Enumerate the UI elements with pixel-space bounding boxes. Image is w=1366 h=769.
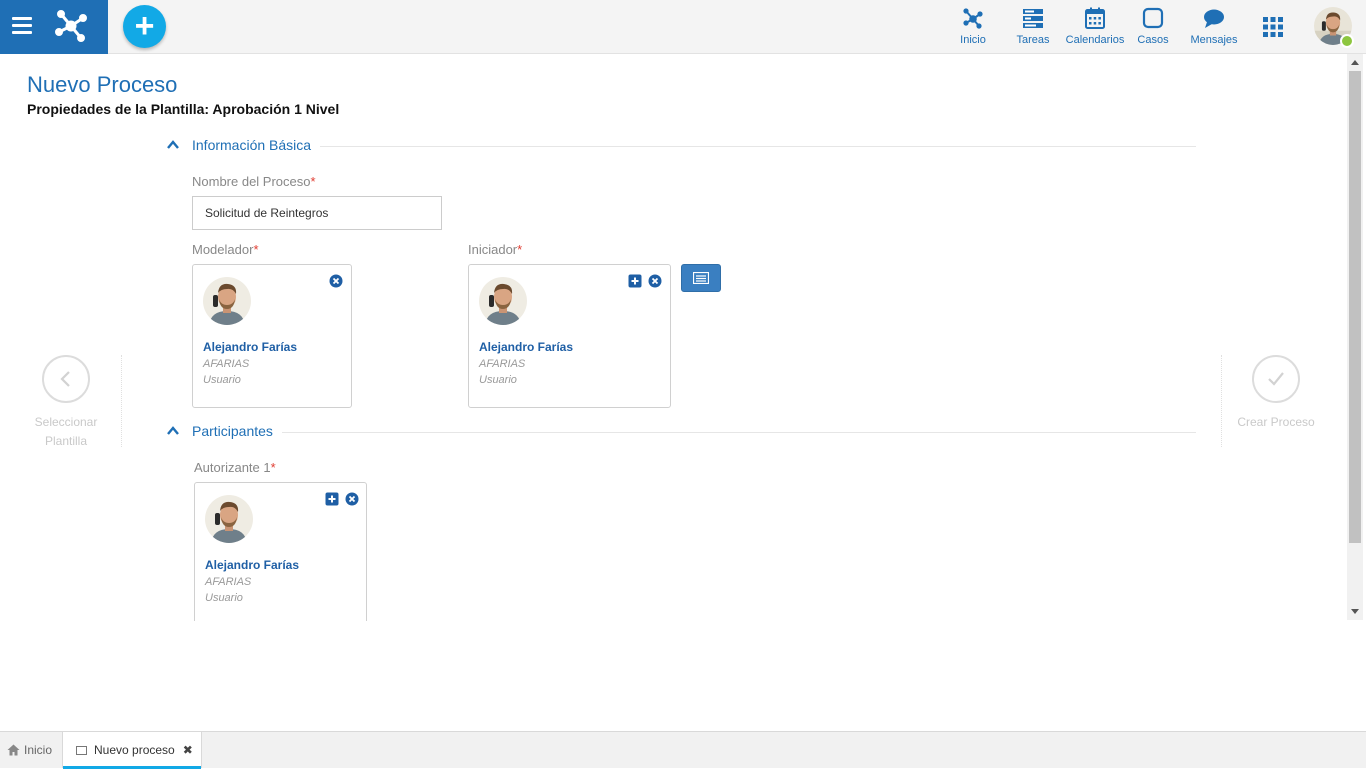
- user-type: Usuario: [205, 592, 243, 604]
- content-clip-mask: [0, 621, 1347, 731]
- step-divider: [1221, 355, 1222, 447]
- process-name-input[interactable]: [192, 196, 442, 230]
- user-name[interactable]: Alejandro Farías: [205, 558, 299, 572]
- top-bar: + Inicio Tareas Calendarios Casos Mensaj…: [0, 0, 1366, 54]
- nav-inicio[interactable]: Inicio: [955, 0, 991, 54]
- tab-label: Nuevo proceso: [94, 743, 175, 757]
- tab-inicio[interactable]: Inicio: [0, 732, 62, 768]
- nav-calendarios[interactable]: Calendarios: [1064, 0, 1126, 54]
- user-login: AFARIAS: [203, 358, 250, 370]
- close-icon[interactable]: ✖: [183, 743, 193, 757]
- chevron-up-icon: [167, 426, 179, 435]
- page-title: Nuevo Proceso: [27, 72, 178, 97]
- tab-nuevo-proceso[interactable]: Nuevo proceso ✖: [62, 732, 202, 769]
- check-icon[interactable]: [1252, 355, 1300, 403]
- add-square-icon[interactable]: [628, 274, 642, 288]
- scrollbar-thumb[interactable]: [1349, 71, 1361, 543]
- section-basic-info-header[interactable]: Información Básica: [166, 135, 311, 155]
- section-divider: [282, 432, 1196, 433]
- hamburger-menu-icon[interactable]: [12, 17, 32, 35]
- nav-label: Inicio: [960, 34, 986, 46]
- chat-bubble-icon: [1204, 9, 1224, 28]
- user-photo: [479, 277, 527, 325]
- chevron-up-icon: [167, 140, 179, 149]
- scroll-down-arrow-icon[interactable]: [1351, 609, 1359, 614]
- nav-label: Casos: [1137, 34, 1169, 46]
- calendar-icon: [1085, 7, 1105, 29]
- chevron-left-icon[interactable]: [42, 355, 90, 403]
- process-network-icon: [963, 8, 983, 29]
- authorizer-user-card: Alejandro Farías AFARIAS Usuario: [194, 482, 367, 632]
- scroll-up-arrow-icon[interactable]: [1351, 60, 1359, 65]
- user-type: Usuario: [203, 374, 241, 386]
- remove-circle-icon[interactable]: [648, 274, 662, 288]
- bottom-tab-bar: Inicio Nuevo proceso ✖: [0, 731, 1366, 769]
- initiator-label: Iniciador*: [468, 242, 523, 257]
- nav-mensajes[interactable]: Mensajes: [1188, 0, 1240, 54]
- section-title: Información Básica: [192, 137, 312, 153]
- user-login: AFARIAS: [479, 358, 526, 370]
- select-from-list-button[interactable]: [681, 264, 721, 292]
- app-logo-icon[interactable]: [52, 8, 90, 44]
- process-name-label: Nombre del Proceso*: [192, 174, 316, 189]
- modeler-label: Modelador*: [192, 242, 259, 257]
- page-subtitle: Propiedades de la Plantilla: Aprobación …: [27, 101, 340, 117]
- nav-label: Calendarios: [1065, 34, 1125, 46]
- vertical-scrollbar[interactable]: [1347, 54, 1363, 620]
- list-icon: [693, 272, 709, 284]
- user-type: Usuario: [479, 374, 517, 386]
- cases-icon: [1142, 7, 1164, 29]
- apps-grid-icon[interactable]: [1262, 16, 1284, 38]
- step-label: Seleccionar Plantilla: [34, 415, 98, 448]
- section-divider: [320, 146, 1196, 147]
- section-participants-header[interactable]: Participantes: [166, 421, 273, 441]
- add-button[interactable]: +: [123, 5, 166, 48]
- user-name[interactable]: Alejandro Farías: [203, 340, 297, 354]
- step-create-process[interactable]: Crear Proceso: [1226, 355, 1326, 432]
- user-login: AFARIAS: [205, 576, 252, 588]
- online-status-badge: [1340, 34, 1354, 48]
- step-select-template[interactable]: Seleccionar Plantilla: [16, 355, 116, 451]
- authorizer-label: Autorizante 1*: [194, 460, 276, 475]
- step-label: Crear Proceso: [1237, 415, 1315, 429]
- window-icon: [76, 745, 87, 755]
- nav-tareas[interactable]: Tareas: [1013, 0, 1053, 54]
- tasks-icon: [1023, 9, 1043, 28]
- user-photo: [203, 277, 251, 325]
- remove-circle-icon[interactable]: [329, 274, 343, 288]
- home-icon: [7, 744, 20, 756]
- user-photo: [205, 495, 253, 543]
- user-name[interactable]: Alejandro Farías: [479, 340, 573, 354]
- nav-label: Mensajes: [1190, 34, 1238, 46]
- add-square-icon[interactable]: [325, 492, 339, 506]
- brand-area: [0, 0, 108, 54]
- nav-label: Tareas: [1016, 34, 1050, 46]
- tab-label: Inicio: [24, 743, 53, 757]
- modeler-user-card: Alejandro Farías AFARIAS Usuario: [192, 264, 352, 408]
- remove-circle-icon[interactable]: [345, 492, 359, 506]
- initiator-user-card: Alejandro Farías AFARIAS Usuario: [468, 264, 671, 408]
- step-divider: [121, 355, 122, 447]
- section-title: Participantes: [192, 423, 273, 439]
- nav-casos[interactable]: Casos: [1136, 0, 1170, 54]
